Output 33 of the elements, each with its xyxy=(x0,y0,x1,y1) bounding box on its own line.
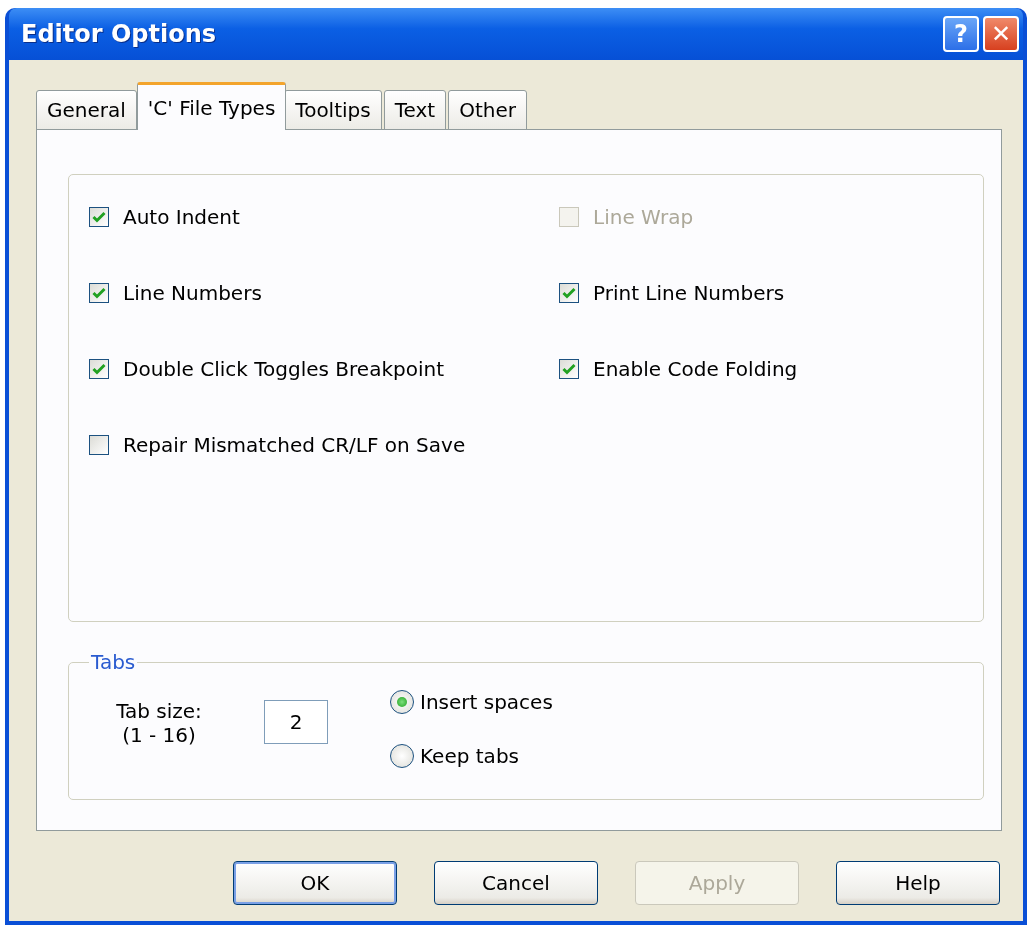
tab[interactable]: Tooltips xyxy=(284,90,382,130)
tab-size-field[interactable]: 2 xyxy=(264,700,328,744)
dialog-button[interactable]: OK xyxy=(233,861,397,905)
checkbox[interactable] xyxy=(559,283,579,303)
tab[interactable]: Other xyxy=(448,90,527,130)
window-title: Editor Options xyxy=(21,20,218,48)
tab[interactable]: General xyxy=(36,90,137,130)
tab[interactable]: 'C' File Types xyxy=(136,82,287,130)
checkmark-icon xyxy=(92,211,106,223)
checkbox-option[interactable]: Enable Code Folding xyxy=(559,357,963,381)
dialog-button[interactable]: Cancel xyxy=(434,861,598,905)
checkbox-option[interactable]: Repair Mismatched CR/LF on Save xyxy=(89,433,559,457)
radio-button[interactable] xyxy=(390,690,414,714)
checkbox-option[interactable]: Print Line Numbers xyxy=(559,281,963,305)
checkbox-option[interactable]: Auto Indent xyxy=(89,205,559,229)
checkmark-icon xyxy=(92,287,106,299)
tab-size-label: Tab size: (1 - 16) xyxy=(115,699,203,747)
dialog-button[interactable]: Help xyxy=(836,861,1000,905)
checkbox[interactable] xyxy=(89,359,109,379)
group-title: Tabs xyxy=(90,650,137,674)
checkbox[interactable] xyxy=(89,283,109,303)
checkmark-icon xyxy=(92,363,106,375)
checkbox[interactable] xyxy=(559,359,579,379)
radio-option[interactable]: Keep tabs xyxy=(390,744,553,768)
checkbox[interactable] xyxy=(89,435,109,455)
radio-button[interactable] xyxy=(390,744,414,768)
radio-option[interactable]: Insert spaces xyxy=(390,690,553,714)
checkmark-icon xyxy=(562,363,576,375)
checkmark-icon xyxy=(562,287,576,299)
checkbox-option[interactable]: Double Click Toggles Breakpoint xyxy=(89,357,559,381)
checkbox-option[interactable]: Line Numbers xyxy=(89,281,559,305)
checkbox[interactable] xyxy=(89,207,109,227)
tab[interactable]: Text xyxy=(383,90,447,130)
